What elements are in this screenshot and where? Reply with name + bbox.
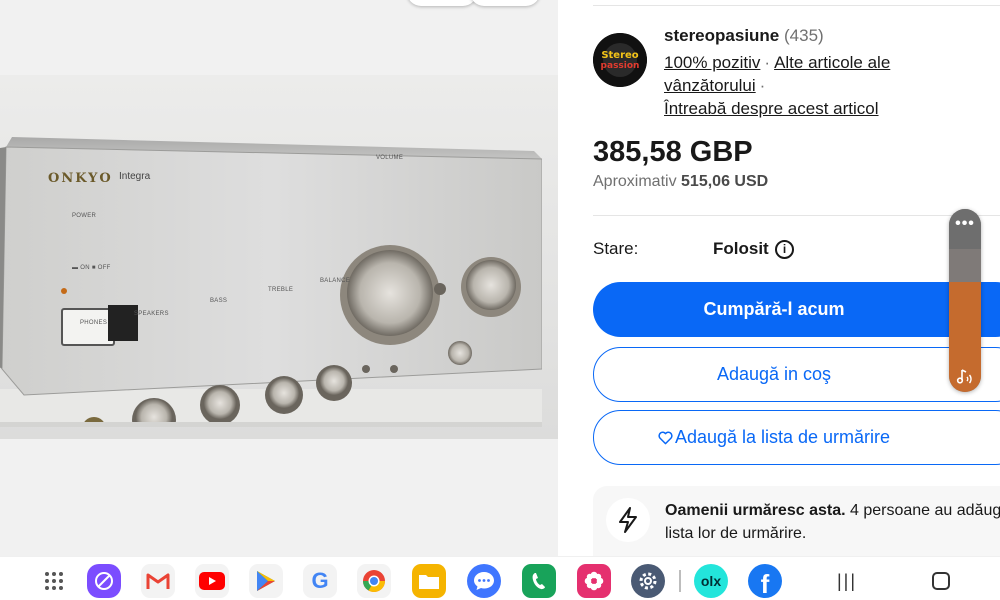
phones-label: PHONES — [80, 320, 108, 326]
facebook-icon[interactable]: f — [748, 564, 782, 599]
play-store-icon[interactable] — [249, 564, 283, 598]
screen: ONKYO Integra POWER ▬ ON ■ OFF PHONES SP… — [0, 0, 1000, 600]
olx-icon[interactable]: olx — [694, 564, 728, 598]
avatar-text-2: passion — [601, 61, 640, 71]
lightning-icon — [606, 498, 650, 542]
seller-avatar[interactable]: Stereo passion — [593, 33, 647, 87]
social-proof-body-2: lista lor de urmărire. — [665, 525, 807, 542]
condition-label: Stare: — [593, 239, 639, 258]
bass-label: BASS — [210, 298, 228, 304]
seller-links: 100% pozitiv · Alte articole ale vânzătoru… — [664, 51, 1000, 120]
info-icon[interactable]: i — [775, 240, 794, 259]
olx-text: olx — [700, 573, 722, 589]
item-price: 385,58 GBP — [593, 136, 753, 168]
treble-label: TREBLE — [268, 287, 294, 293]
home-icon — [932, 572, 950, 590]
avatar-text-1: Stereo — [601, 50, 638, 61]
on-off-label: ▬ ON ■ OFF — [72, 265, 111, 271]
ask-seller-link[interactable]: Întreabă despre acest articol — [664, 99, 879, 118]
social-proof-body: 4 persoane au adăug — [845, 502, 1000, 519]
volume-slider[interactable]: ••• — [949, 209, 981, 392]
model-label: Integra — [119, 171, 151, 182]
add-to-cart-button[interactable]: Adaugă in coş — [593, 347, 1000, 402]
divider — [593, 5, 1000, 6]
positive-feedback-link[interactable]: 100% pozitiv — [664, 53, 760, 72]
seller-name[interactable]: stereopasiune — [664, 26, 779, 45]
add-to-watchlist-label: Adaugă la lista de urmărire — [674, 427, 891, 447]
heart-icon — [658, 431, 673, 444]
home-button[interactable] — [924, 564, 958, 598]
condition-value: Folosit — [713, 239, 769, 258]
add-to-cart-label: Adaugă in coş — [716, 364, 832, 384]
gallery-icon[interactable] — [577, 564, 611, 598]
approx-price: Aproximativ 515,06 USD — [593, 173, 768, 191]
youtube-icon[interactable] — [195, 564, 229, 598]
product-gallery[interactable]: ONKYO Integra POWER ▬ ON ■ OFF PHONES SP… — [0, 0, 558, 556]
separator: · — [764, 53, 771, 72]
apps-grid-icon[interactable] — [37, 564, 71, 598]
add-to-watchlist-button[interactable]: Adaugă la lista de urmărire — [593, 410, 1000, 465]
gmail-icon[interactable] — [141, 564, 175, 598]
product-image[interactable]: ONKYO Integra POWER ▬ ON ■ OFF PHONES SP… — [0, 75, 558, 439]
recent-apps-button[interactable]: ||| — [830, 564, 864, 598]
taskbar-divider — [679, 570, 681, 592]
google-icon[interactable]: G — [303, 564, 337, 598]
approx-value: 515,06 USD — [681, 173, 769, 190]
buy-now-button[interactable]: Cumpără-l acum — [593, 282, 1000, 337]
power-label: POWER — [72, 213, 97, 219]
more-options-icon[interactable]: ••• — [949, 215, 981, 233]
messages-icon[interactable] — [467, 564, 501, 598]
buy-now-label: Cumpără-l acum — [703, 299, 845, 319]
speakers-label: SPEAKERS — [134, 311, 169, 317]
seller-logo-icon: Stereo passion — [593, 33, 647, 87]
gallery-control-button[interactable] — [470, 0, 540, 6]
listing-details: Stereo passion stereopasiune (435) 100% … — [558, 0, 1000, 556]
feedback-count: (435) — [784, 26, 824, 45]
internet-icon[interactable] — [87, 564, 121, 598]
seller-name-row[interactable]: stereopasiune (435) — [664, 26, 824, 46]
social-proof-bold: Oamenii urmăresc asta. — [665, 502, 846, 519]
media-volume-icon[interactable] — [955, 366, 975, 386]
balance-label: BALANCE — [320, 278, 351, 284]
files-icon[interactable] — [412, 564, 446, 598]
divider — [593, 215, 1000, 216]
gallery-control-button[interactable] — [407, 0, 477, 6]
separator: · — [759, 76, 766, 95]
taskbar: G olx f ||| — [0, 556, 1000, 600]
chrome-icon[interactable] — [357, 564, 391, 598]
recent-apps-glyph: ||| — [836, 570, 858, 591]
settings-icon[interactable] — [631, 564, 665, 598]
volume-label: VOLUME — [376, 155, 404, 161]
brand-logo: ONKYO — [48, 171, 113, 186]
approx-label: Aproximativ — [593, 173, 677, 190]
social-proof-text: Oamenii urmăresc asta. 4 persoane au adă… — [665, 499, 1000, 545]
phone-icon[interactable] — [522, 564, 556, 598]
social-proof-card: Oamenii urmăresc asta. 4 persoane au adă… — [593, 486, 1000, 556]
